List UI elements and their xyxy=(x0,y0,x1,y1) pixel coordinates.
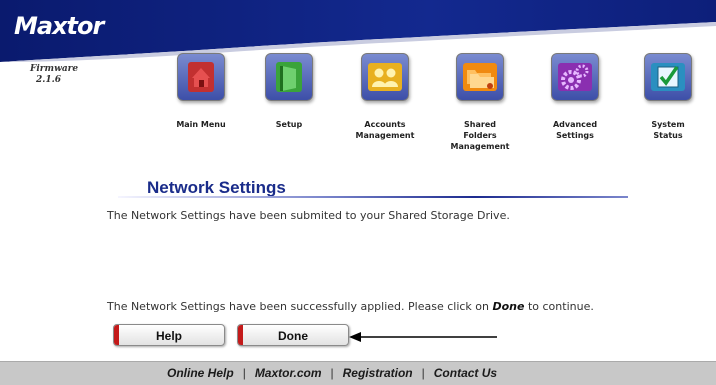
nav-advanced-settings[interactable]: Advanced Settings xyxy=(535,53,615,141)
footer-bar: Online Help | Maxtor.com | Registration | Cont… xyxy=(0,361,716,385)
nav-label-accounts-management: Accounts Management xyxy=(355,120,415,140)
folders-icon[interactable] xyxy=(456,53,504,101)
maxtor-logo[interactable]: Maxtor xyxy=(14,12,104,40)
nav-label-main-menu: Main Menu xyxy=(176,120,226,129)
users-icon[interactable] xyxy=(361,53,409,101)
door-icon[interactable] xyxy=(265,53,313,101)
checkbox-icon[interactable] xyxy=(644,53,692,101)
firmware-info: Firmware 2.1.6 xyxy=(30,64,90,86)
footer-link-maxtor-com[interactable]: Maxtor.com xyxy=(255,366,322,380)
nav-accounts-management[interactable]: Accounts Management xyxy=(345,53,425,141)
nav-label-shared-folders-management: Shared Folders Management xyxy=(450,120,510,151)
nav-label-advanced-settings: Advanced Settings xyxy=(552,120,598,140)
footer-links: Online Help | Maxtor.com | Registration | Cont… xyxy=(167,362,497,385)
nav-shared-folders-management[interactable]: Shared Folders Management xyxy=(440,53,520,152)
button-accent-bar xyxy=(114,325,119,345)
applied-message-done-emphasis: Done xyxy=(492,300,525,313)
footer-separator: | xyxy=(330,366,334,380)
page-title: Network Settings xyxy=(147,178,286,197)
title-divider xyxy=(118,196,628,198)
nav-system-status[interactable]: System Status xyxy=(628,53,708,141)
nav-main-menu[interactable]: Main Menu xyxy=(161,53,241,130)
footer-link-contact-us[interactable]: Contact Us xyxy=(434,366,497,380)
nav-label-setup: Setup xyxy=(275,120,303,129)
footer-separator: | xyxy=(421,366,425,380)
help-button[interactable]: Help xyxy=(113,324,225,346)
firmware-version: 2.1.6 xyxy=(36,75,62,85)
submitted-message: The Network Settings have been submited … xyxy=(107,209,510,222)
button-accent-bar xyxy=(238,325,243,345)
done-button-label: Done xyxy=(278,329,308,343)
footer-link-registration[interactable]: Registration xyxy=(343,366,413,380)
help-button-label: Help xyxy=(155,329,182,343)
footer-link-online-help[interactable]: Online Help xyxy=(167,366,234,380)
house-icon[interactable] xyxy=(177,53,225,101)
nav-setup[interactable]: Setup xyxy=(249,53,329,130)
gears-icon[interactable] xyxy=(551,53,599,101)
footer-separator: | xyxy=(242,366,246,380)
firmware-label: Firmware xyxy=(30,64,79,74)
applied-message-tail: to continue. xyxy=(524,300,594,313)
done-button[interactable]: Done xyxy=(237,324,349,346)
nav-label-system-status: System Status xyxy=(651,120,685,140)
pointer-arrow-icon xyxy=(349,332,497,342)
applied-message: The Network Settings have been successfu… xyxy=(107,300,594,313)
applied-message-text: The Network Settings have been successfu… xyxy=(107,300,493,313)
